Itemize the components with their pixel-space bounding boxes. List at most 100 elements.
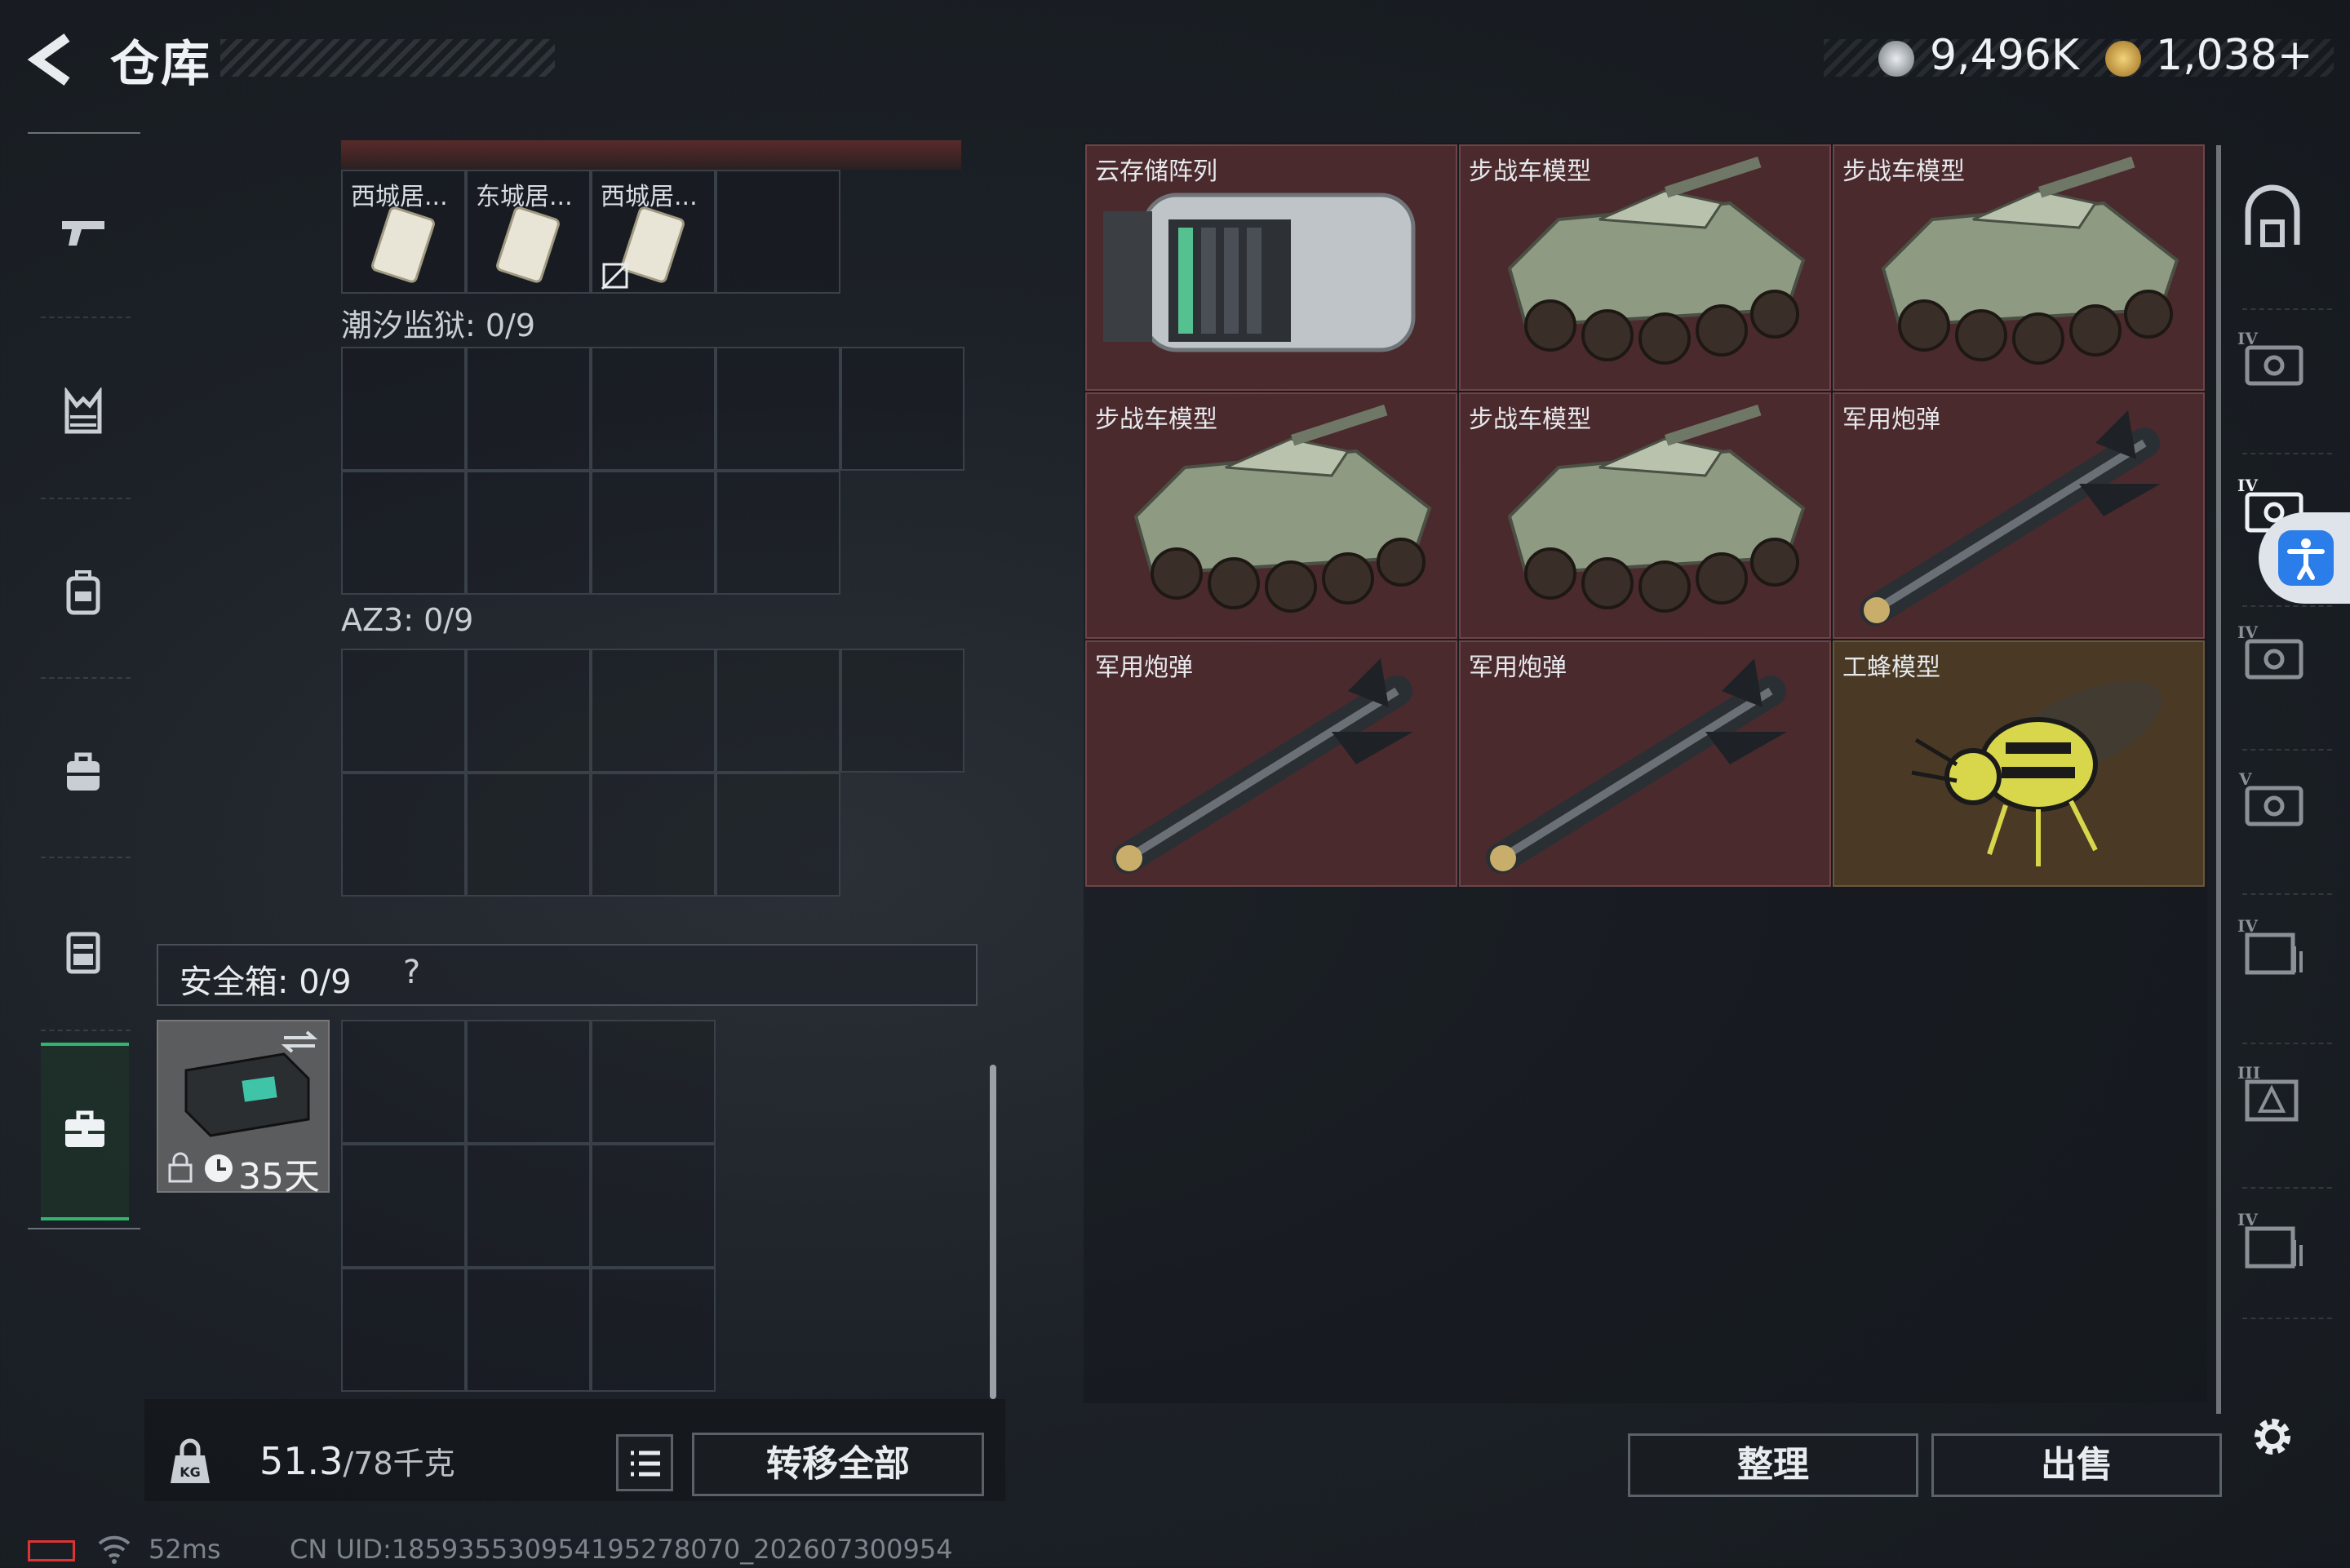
item-slot[interactable]: 西城居...: [591, 170, 716, 294]
storage-grid: 云存储阵列 步战车模型 步战车模型 步战车模型 步战车模型 军用炮弹 军用炮弹 军用炮弹 工蜂模…: [1085, 144, 2205, 887]
empty-slot[interactable]: [591, 1144, 716, 1268]
svg-text:IV: IV: [2237, 329, 2258, 348]
weight-max: /78千克: [343, 1446, 455, 1482]
storage-tab-iv[interactable]: IV: [2236, 326, 2309, 392]
storage-scrollbar[interactable]: [2216, 145, 2221, 1414]
rail-separator: [41, 498, 131, 499]
safebox-tab[interactable]: [41, 1043, 129, 1220]
item-slot[interactable]: 东城居...: [466, 170, 591, 294]
empty-slot[interactable]: [716, 649, 840, 773]
weight-icon: KG: [166, 1437, 215, 1486]
rail-separator: [2242, 605, 2332, 607]
cabinet-icon: IV: [2237, 1210, 2303, 1269]
vault-icon: [2245, 184, 2300, 247]
page-title: 仓库: [110, 36, 211, 93]
empty-slot[interactable]: [716, 471, 840, 595]
empty-slot[interactable]: [466, 347, 591, 471]
empty-slot[interactable]: [466, 1144, 591, 1268]
storage-tab-iv-cabinet[interactable]: IV: [2236, 914, 2309, 979]
storage-item-label: 步战车模型: [1469, 405, 1591, 434]
empty-slot[interactable]: [341, 471, 466, 595]
gear-icon: [2255, 1419, 2290, 1455]
empty-slot[interactable]: [341, 347, 466, 471]
storage-item[interactable]: 军用炮弹: [1459, 640, 1831, 887]
empty-slot[interactable]: [466, 1020, 591, 1144]
battery-icon: [28, 1540, 75, 1561]
accessibility-icon: [2278, 530, 2334, 586]
section-label: 潮汐监狱: 0/9: [341, 308, 536, 343]
empty-slot[interactable]: [466, 773, 591, 897]
storage-item-label: 军用炮弹: [1469, 653, 1567, 682]
storage-tab-iv[interactable]: IV: [2236, 620, 2309, 685]
rail-separator: [2242, 1187, 2332, 1189]
item-slot[interactable]: 西城居...: [341, 170, 466, 294]
empty-slot[interactable]: [341, 773, 466, 897]
empty-slot[interactable]: [591, 347, 716, 471]
empty-slot[interactable]: [466, 471, 591, 595]
safebox-item[interactable]: 35天: [157, 1020, 330, 1198]
svg-text:IV: IV: [2237, 476, 2258, 495]
svg-text:KG: KG: [180, 1464, 201, 1480]
loadout-scrollbar[interactable]: [990, 1065, 996, 1399]
transfer-all-button[interactable]: 转移全部: [692, 1433, 984, 1496]
bag-tab[interactable]: [59, 746, 108, 795]
keycard-icon: [496, 206, 560, 283]
organize-button[interactable]: 整理: [1628, 1433, 1918, 1497]
storage-item-label: 工蜂模型: [1842, 653, 1940, 682]
silver-amount: 9,496K: [1930, 31, 2079, 80]
sell-button[interactable]: 出售: [1931, 1433, 2222, 1497]
empty-slot[interactable]: [840, 649, 964, 773]
empty-slot[interactable]: [840, 347, 964, 471]
empty-slot[interactable]: [716, 773, 840, 897]
storage-item[interactable]: 工蜂模型: [1833, 640, 2205, 887]
container-tab[interactable]: [59, 926, 108, 975]
storage-tab-iii[interactable]: III: [2236, 1061, 2309, 1126]
storage-item-label: 步战车模型: [1842, 157, 1965, 186]
storage-item[interactable]: 步战车模型: [1833, 144, 2205, 391]
item-label: 东城居...: [476, 183, 573, 211]
safe-icon: V: [2238, 769, 2303, 826]
backpack-tab[interactable]: [59, 567, 108, 616]
armor-tab[interactable]: [59, 386, 108, 436]
gold-coin-icon: [2105, 41, 2141, 77]
empty-slot[interactable]: [591, 1020, 716, 1144]
empty-slot[interactable]: [591, 773, 716, 897]
empty-slot[interactable]: [466, 1268, 591, 1392]
storage-item-label: 军用炮弹: [1095, 653, 1193, 682]
storage-item[interactable]: 军用炮弹: [1085, 640, 1457, 887]
storage-item[interactable]: 军用炮弹: [1833, 392, 2205, 639]
help-icon[interactable]: ?: [403, 954, 420, 991]
safebox-duration: 35天: [238, 1156, 320, 1198]
list-view-button[interactable]: [616, 1434, 673, 1491]
storage-item[interactable]: 步战车模型: [1459, 392, 1831, 639]
rail-separator: [2242, 308, 2332, 310]
empty-slot[interactable]: [341, 1020, 466, 1144]
empty-slot[interactable]: [591, 649, 716, 773]
empty-slot[interactable]: [341, 1268, 466, 1392]
storage-tab-iv-cabinet[interactable]: IV: [2236, 1207, 2309, 1273]
empty-slot[interactable]: [341, 649, 466, 773]
empty-slot[interactable]: [591, 1268, 716, 1392]
settings-button[interactable]: [2246, 1410, 2299, 1464]
empty-slot[interactable]: [716, 170, 840, 294]
accessibility-button[interactable]: [2259, 512, 2350, 604]
back-button[interactable]: [24, 31, 82, 88]
empty-slot[interactable]: [591, 471, 716, 595]
rail-separator: [41, 317, 131, 318]
empty-slot[interactable]: [716, 347, 840, 471]
gold-amount[interactable]: 1,038+: [2156, 31, 2312, 80]
svg-text:III: III: [2237, 1063, 2260, 1083]
storage-item[interactable]: 步战车模型: [1085, 392, 1457, 639]
storage-item[interactable]: 云存储阵列: [1085, 144, 1457, 391]
swap-icon[interactable]: [281, 1030, 318, 1054]
gun-icon: [62, 221, 104, 246]
storage-tab-v[interactable]: V: [2236, 767, 2309, 832]
section-label: AZ3: 0/9: [341, 602, 474, 638]
empty-slot[interactable]: [466, 649, 591, 773]
weapon-tab[interactable]: [59, 208, 108, 257]
home-storage-tab[interactable]: [2232, 179, 2313, 261]
safe-icon: IV: [2237, 329, 2303, 386]
ping-text: 52ms: [149, 1534, 221, 1565]
storage-item[interactable]: 步战车模型: [1459, 144, 1831, 391]
empty-slot[interactable]: [341, 1144, 466, 1268]
